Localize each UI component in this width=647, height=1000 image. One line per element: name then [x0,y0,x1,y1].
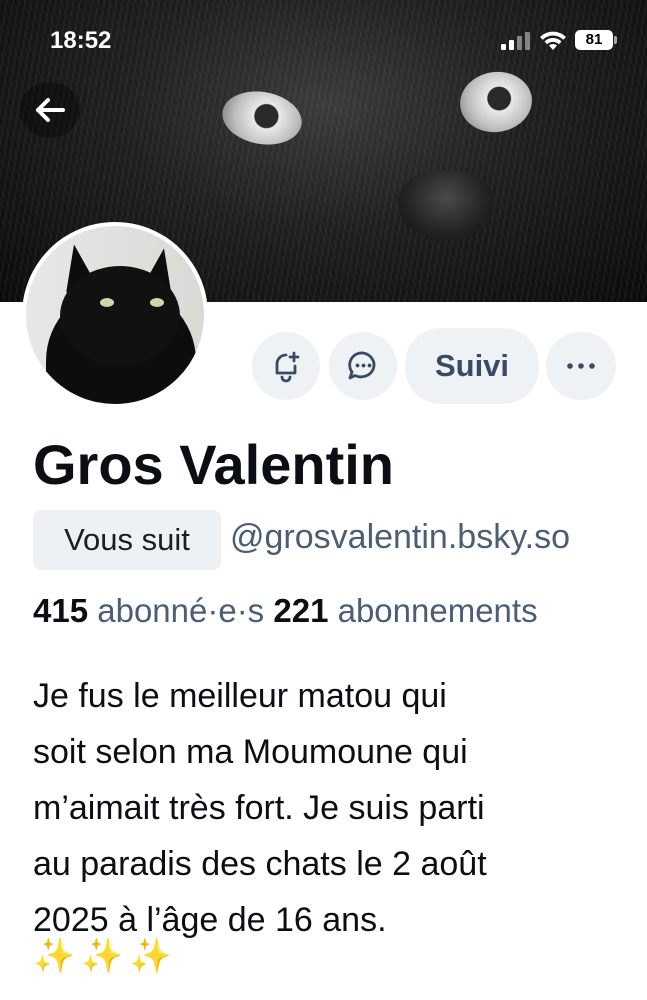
follows-you-badge: Vous suit [33,510,221,570]
subscribe-notifications-button[interactable] [252,332,320,400]
avatar[interactable] [22,222,208,408]
wifi-icon [540,31,566,50]
followers-link[interactable]: 415 abonné·e·s [33,592,273,629]
banner-cat-nose [398,170,494,240]
avatar-cat-head [60,266,180,366]
battery-cap [614,36,617,44]
followers-count: 415 [33,592,89,629]
bio-line: soit selon ma Moumoune qui [33,733,468,771]
bio-line: Je fus le meilleur matou qui [33,677,447,715]
bio-line: m’aimait très fort. Je suis parti [33,789,485,827]
following-label: abonnements [337,592,538,629]
status-bar: 18:52 81 [0,0,647,80]
profile-handle: @grosvalentin.bsky.so [230,518,571,556]
battery-indicator: 81 [575,30,613,50]
cellular-signal-icon [501,32,530,50]
profile-stats: 415 abonné·e·s 221 abonnements [33,592,538,630]
message-button[interactable] [329,332,397,400]
status-time: 18:52 [50,27,112,54]
following-link[interactable]: 221 abonnements [273,592,537,629]
following-count: 221 [273,592,329,629]
bio-line: au paradis des chats le 2 août [33,845,487,883]
following-button[interactable]: Suivi [405,328,539,404]
chat-bubble-icon [348,351,376,380]
sparkles-emoji: ✨✨✨ [33,937,179,975]
bell-plus-icon [275,351,300,383]
followers-label: abonné·e·s [97,592,265,629]
avatar-cat-eye-right [150,298,164,307]
back-button[interactable] [20,82,80,138]
arrow-left-icon [36,98,65,122]
profile-bio: Je fus le meilleur matou qui soit selon … [33,668,633,948]
ellipsis-icon [567,363,595,369]
avatar-photo [26,226,204,404]
more-options-button[interactable] [546,332,616,400]
avatar-cat-eye-left [100,298,114,307]
profile-display-name: Gros Valentin [33,433,394,496]
